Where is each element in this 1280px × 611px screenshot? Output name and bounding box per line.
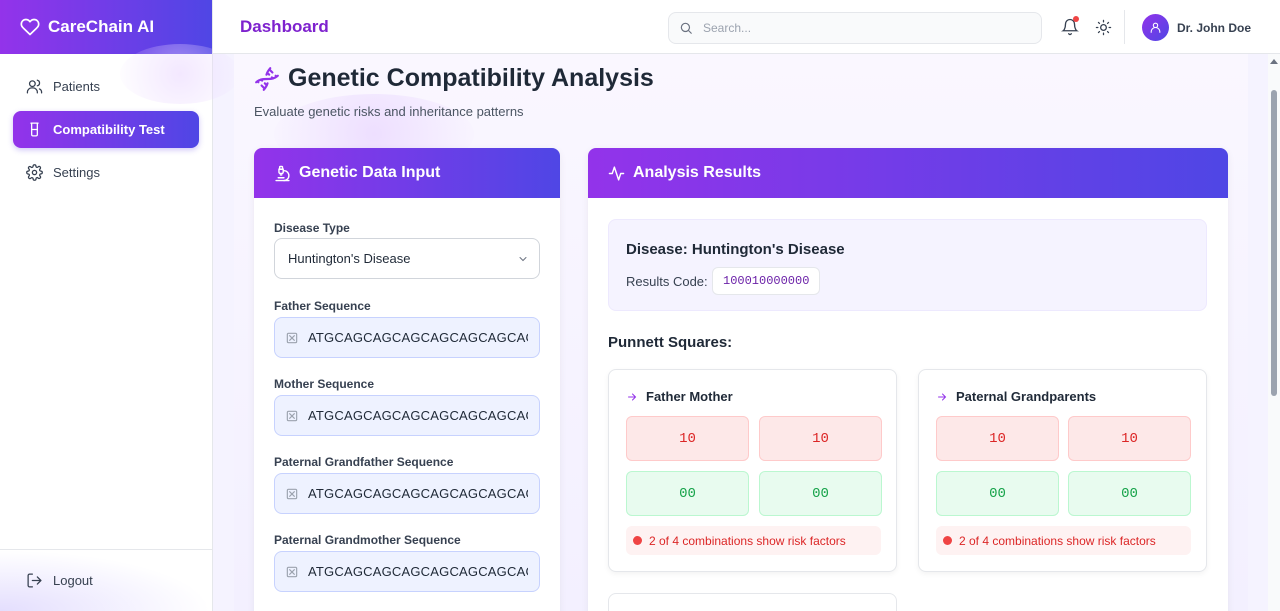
mother-sequence-field[interactable] (274, 395, 540, 436)
arrow-right-icon (628, 393, 637, 400)
punnett-square-paternal-grandparents: Paternal Grandparents 10 10 00 00 2 of 4… (918, 369, 1207, 572)
sidebar-item-compatibility-test[interactable]: Compatibility Test (13, 111, 199, 148)
search-box[interactable] (668, 12, 1042, 44)
punnett-square-title: Father Mother (646, 389, 733, 404)
notification-dot (1073, 16, 1079, 22)
header-divider (1124, 10, 1125, 44)
dna-icon (255, 66, 279, 91)
risk-dot-icon (943, 536, 952, 545)
page-header-title: Dashboard (240, 16, 329, 36)
main-content: Genetic Compatibility Analysis Evaluate … (234, 54, 1248, 611)
dna-strand-icon (286, 566, 298, 577)
sun-icon (1095, 19, 1112, 36)
punnett-cell: 10 (936, 416, 1059, 461)
father-sequence-field[interactable] (274, 317, 540, 358)
sidebar-item-label: Settings (53, 165, 100, 180)
card-title: Genetic Data Input (299, 164, 441, 181)
paternal-grandfather-sequence-input[interactable] (308, 486, 528, 501)
notifications-button[interactable] (1061, 16, 1079, 36)
father-sequence-label: Father Sequence (274, 299, 371, 313)
users-icon (26, 79, 43, 94)
disease-summary: Disease: Huntington's Disease Results Co… (608, 219, 1207, 311)
punnett-cell: 00 (626, 471, 749, 516)
chevron-down-icon (519, 257, 527, 262)
gear-icon (26, 164, 43, 181)
disease-type-label: Disease Type (274, 221, 350, 235)
results-code-value: 100010000000 (712, 267, 821, 295)
paternal-grandmother-sequence-label: Paternal Grandmother Sequence (274, 533, 461, 547)
logout-label: Logout (53, 573, 93, 588)
risk-dot-icon (633, 536, 642, 545)
activity-icon (608, 165, 625, 181)
search-input[interactable] (703, 21, 1023, 35)
dna-strand-icon (286, 332, 298, 343)
disease-type-value: Huntington's Disease (288, 251, 411, 266)
logout-button[interactable]: Logout (0, 549, 212, 611)
punnett-square-partial (608, 593, 897, 611)
card-header: Genetic Data Input (254, 148, 560, 198)
analysis-results-card: Analysis Results Disease: Huntington's D… (588, 148, 1228, 611)
search-icon (680, 22, 692, 34)
paternal-grandmother-sequence-field[interactable] (274, 551, 540, 592)
punnett-square-title: Paternal Grandparents (956, 389, 1097, 404)
mother-sequence-input[interactable] (308, 408, 528, 423)
top-header: Dashboard Dr. John Doe (213, 0, 1280, 54)
dna-strand-icon (286, 488, 298, 499)
microscope-icon (275, 165, 290, 181)
sidebar-item-settings[interactable]: Settings (13, 154, 199, 191)
brand-name: CareChain AI (48, 17, 155, 36)
user-menu[interactable]: Dr. John Doe (1142, 14, 1251, 41)
punnett-square-father-mother: Father Mother 10 10 00 00 2 of 4 combina… (608, 369, 897, 572)
punnett-cell: 10 (626, 416, 749, 461)
card-title: Analysis Results (633, 164, 762, 181)
punnett-cell: 10 (759, 416, 882, 461)
father-sequence-input[interactable] (308, 330, 528, 345)
sidebar-item-label: Compatibility Test (53, 122, 165, 137)
risk-note: 2 of 4 combinations show risk factors (626, 526, 881, 555)
punnett-cell: 00 (1068, 471, 1191, 516)
arrow-right-icon (938, 393, 947, 400)
scrollbar-thumb[interactable] (1271, 90, 1277, 396)
page-title-text: Genetic Compatibility Analysis (288, 64, 654, 92)
main-scrollbar[interactable] (1268, 54, 1280, 611)
scroll-up-arrow-icon[interactable] (1270, 59, 1278, 64)
sidebar-item-label: Patients (53, 79, 100, 94)
paternal-grandfather-sequence-label: Paternal Grandfather Sequence (274, 455, 454, 469)
avatar (1142, 14, 1169, 41)
user-icon (1150, 22, 1161, 33)
disease-type-select[interactable]: Huntington's Disease (274, 238, 540, 279)
mother-sequence-label: Mother Sequence (274, 377, 375, 391)
card-header: Analysis Results (588, 148, 1228, 198)
results-code-label: Results Code: (626, 274, 708, 289)
dna-strand-icon (286, 410, 298, 421)
punnett-cell: 10 (1068, 416, 1191, 461)
theme-toggle-button[interactable] (1095, 19, 1112, 36)
disease-line: Disease: Huntington's Disease (626, 241, 845, 258)
paternal-grandmother-sequence-input[interactable] (308, 564, 528, 579)
heart-icon (20, 18, 40, 36)
sidebar-nav: Patients Compatibility Test Settings (0, 44, 240, 211)
sidebar: CareChain AI Patients Compatibility Test… (0, 0, 240, 611)
sidebar-item-patients[interactable]: Patients (13, 68, 199, 105)
risk-note-text: 2 of 4 combinations show risk factors (959, 533, 1156, 548)
punnett-square-header: Father Mother (626, 389, 733, 404)
punnett-square-header: Paternal Grandparents (936, 389, 1096, 404)
page-title: Genetic Compatibility Analysis (254, 64, 654, 93)
user-name: Dr. John Doe (1177, 20, 1252, 35)
page-subtitle: Evaluate genetic risks and inheritance p… (254, 104, 524, 119)
paternal-grandfather-sequence-field[interactable] (274, 473, 540, 514)
risk-note-text: 2 of 4 combinations show risk factors (649, 533, 846, 548)
risk-note: 2 of 4 combinations show risk factors (936, 526, 1191, 555)
beaker-icon (30, 122, 39, 137)
punnett-cell: 00 (936, 471, 1059, 516)
logout-icon (27, 573, 42, 588)
punnett-squares-title: Punnett Squares: (608, 334, 733, 351)
punnett-cell: 00 (759, 471, 882, 516)
genetic-data-input-card: Genetic Data Input Disease Type Huntingt… (254, 148, 560, 611)
